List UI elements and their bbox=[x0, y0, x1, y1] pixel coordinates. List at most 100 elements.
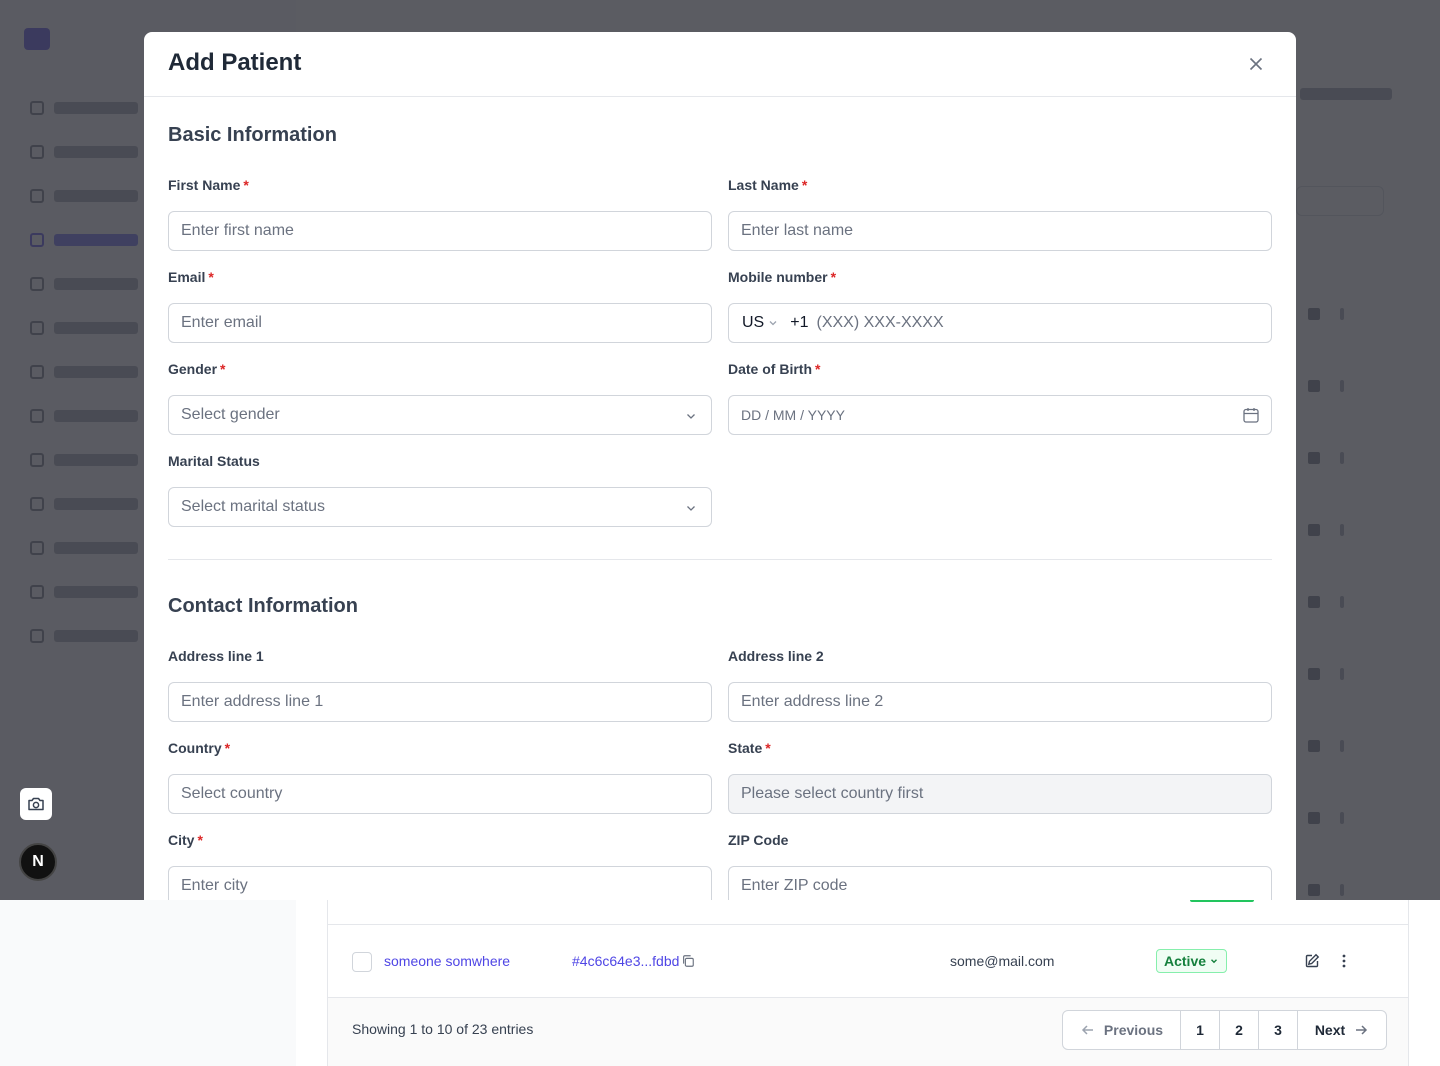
patient-id[interactable]: #4c6c64e3...fdbd bbox=[572, 953, 695, 969]
section-divider bbox=[168, 559, 1272, 560]
address1-label-text: Address line 1 bbox=[168, 648, 264, 664]
first-name-label-text: First Name bbox=[168, 177, 241, 193]
more-vertical-icon[interactable] bbox=[1336, 953, 1352, 969]
gender-label: Gender * bbox=[168, 361, 225, 377]
status-label: Active bbox=[1164, 953, 1207, 969]
status-dropdown[interactable]: Active bbox=[1156, 949, 1228, 973]
chevron-down-icon bbox=[1211, 959, 1218, 964]
dev-tools-label: N bbox=[32, 853, 44, 870]
table-footer: Showing 1 to 10 of 23 entries Previous 1… bbox=[328, 998, 1408, 1066]
marital-placeholder: Select marital status bbox=[181, 498, 326, 515]
required-mark: * bbox=[224, 740, 231, 756]
city-input[interactable]: Enter city bbox=[168, 866, 712, 900]
marital-label: Marital Status bbox=[168, 453, 260, 469]
city-label: City * bbox=[168, 832, 203, 848]
country-code-label: US bbox=[742, 314, 765, 331]
first-name-label: First Name * bbox=[168, 177, 249, 193]
close-button[interactable] bbox=[1244, 54, 1268, 74]
zip-label-text: ZIP Code bbox=[728, 832, 789, 848]
address2-placeholder: Enter address line 2 bbox=[741, 693, 884, 710]
chevron-down-icon bbox=[687, 506, 695, 511]
state-label: State * bbox=[728, 740, 771, 756]
dob-label-text: Date of Birth bbox=[728, 361, 812, 377]
city-placeholder: Enter city bbox=[181, 877, 248, 894]
marital-label-text: Marital Status bbox=[168, 453, 260, 469]
required-mark: * bbox=[220, 361, 226, 377]
copy-icon[interactable] bbox=[681, 954, 695, 968]
page-2-button[interactable]: 2 bbox=[1220, 1011, 1259, 1049]
required-mark: * bbox=[208, 269, 214, 285]
dob-input[interactable]: DD / MM / YYYY bbox=[728, 395, 1272, 435]
last-name-input[interactable]: Enter last name bbox=[728, 211, 1272, 251]
address1-placeholder: Enter address line 1 bbox=[181, 693, 324, 710]
patients-table-area: someone somwhere #4c6c64e3...fdbd some@m… bbox=[296, 900, 1440, 1066]
arrow-left-icon bbox=[1081, 1025, 1093, 1035]
city-label-text: City bbox=[168, 832, 195, 848]
country-placeholder: Select country bbox=[181, 785, 283, 802]
last-name-placeholder: Enter last name bbox=[741, 222, 854, 239]
chevron-down-icon bbox=[687, 414, 695, 419]
address-line-2-input[interactable]: Enter address line 2 bbox=[728, 682, 1272, 722]
previous-label: Previous bbox=[1103, 1022, 1164, 1038]
page-1-button[interactable]: 1 bbox=[1181, 1011, 1220, 1049]
camera-icon bbox=[28, 797, 44, 811]
zip-label: ZIP Code bbox=[728, 832, 788, 848]
close-icon bbox=[1249, 57, 1263, 71]
mobile-label-text: Mobile number bbox=[728, 269, 828, 285]
last-name-label-text: Last Name bbox=[728, 177, 799, 193]
gender-label-text: Gender bbox=[168, 361, 218, 377]
state-label-text: State bbox=[728, 740, 763, 756]
address2-label-text: Address line 2 bbox=[728, 648, 824, 664]
state-select: Please select country first bbox=[728, 774, 1272, 814]
first-name-input[interactable]: Enter first name bbox=[168, 211, 712, 251]
zip-code-input[interactable]: Enter ZIP code bbox=[728, 866, 1272, 900]
country-label-text: Country bbox=[168, 740, 222, 756]
status-badge-edge bbox=[1190, 900, 1254, 902]
calendar-icon[interactable] bbox=[1242, 406, 1260, 424]
patient-name-link[interactable]: someone somwhere bbox=[384, 953, 510, 969]
pagination: Previous 1 2 3 Next bbox=[1062, 1010, 1387, 1050]
modal-title: Add Patient bbox=[168, 49, 302, 76]
required-mark: * bbox=[830, 269, 837, 285]
email-input[interactable]: Enter email bbox=[168, 303, 712, 343]
add-patient-modal: Add Patient Basic Information First Name… bbox=[144, 32, 1296, 900]
gender-placeholder: Select gender bbox=[181, 406, 280, 423]
arrow-right-icon bbox=[1356, 1025, 1368, 1035]
country-label: Country * bbox=[168, 740, 230, 756]
dob-label: Date of Birth * bbox=[728, 361, 820, 377]
gender-select[interactable]: Select gender bbox=[168, 395, 712, 435]
marital-status-select[interactable]: Select marital status bbox=[168, 487, 712, 527]
country-select[interactable]: Select country bbox=[168, 774, 712, 814]
mobile-label: Mobile number * bbox=[728, 269, 836, 285]
screenshot-button[interactable] bbox=[20, 788, 52, 820]
previous-page-button[interactable]: Previous bbox=[1063, 1011, 1181, 1049]
zip-placeholder: Enter ZIP code bbox=[741, 877, 848, 894]
first-name-placeholder: Enter first name bbox=[181, 222, 294, 239]
section-title-basic: Basic Information bbox=[168, 124, 337, 146]
patient-id-text[interactable]: #4c6c64e3...fdbd bbox=[572, 953, 679, 969]
patient-email: some@mail.com bbox=[950, 953, 1055, 969]
chevron-down-icon bbox=[769, 321, 777, 326]
patients-table: someone somwhere #4c6c64e3...fdbd some@m… bbox=[327, 900, 1409, 1066]
state-placeholder: Please select country first bbox=[741, 785, 924, 802]
row-checkbox[interactable] bbox=[352, 952, 372, 972]
page-3-button[interactable]: 3 bbox=[1259, 1011, 1298, 1049]
address1-label: Address line 1 bbox=[168, 648, 264, 664]
required-mark: * bbox=[765, 740, 771, 756]
required-mark: * bbox=[815, 361, 821, 377]
modal-header: Add Patient bbox=[144, 32, 1296, 97]
edit-icon[interactable] bbox=[1304, 953, 1320, 969]
required-mark: * bbox=[197, 832, 203, 848]
entries-summary: Showing 1 to 10 of 23 entries bbox=[352, 1021, 534, 1037]
email-placeholder: Enter email bbox=[181, 314, 262, 331]
address-line-1-input[interactable]: Enter address line 1 bbox=[168, 682, 712, 722]
table-row: someone somwhere #4c6c64e3...fdbd some@m… bbox=[328, 924, 1408, 998]
dev-tools-button[interactable]: N bbox=[19, 843, 57, 881]
address2-label: Address line 2 bbox=[728, 648, 824, 664]
mobile-input[interactable]: US +1 (XXX) XXX-XXXX bbox=[728, 303, 1272, 343]
country-code-select[interactable]: US bbox=[742, 314, 778, 332]
next-label: Next bbox=[1314, 1022, 1346, 1038]
email-label: Email * bbox=[168, 269, 214, 285]
last-name-label: Last Name * bbox=[728, 177, 807, 193]
next-page-button[interactable]: Next bbox=[1298, 1011, 1386, 1049]
